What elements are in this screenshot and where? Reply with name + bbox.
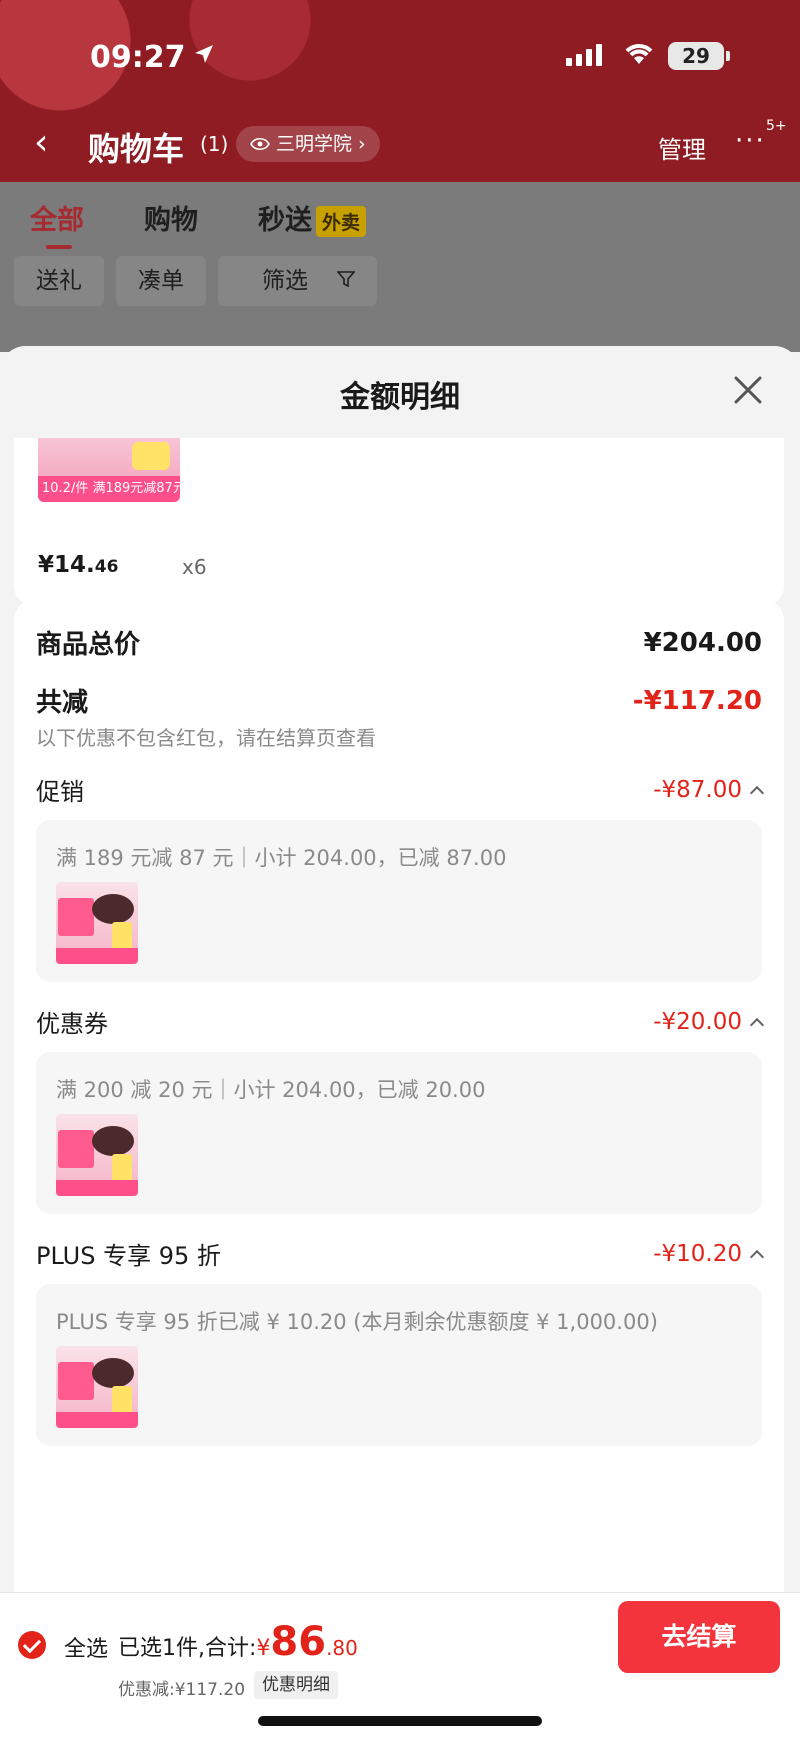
- coupon-detail-box: 满 200 减 20 元｜小计 204.00，已减 20.00: [36, 1052, 762, 1214]
- sheet-header: 金额明细: [0, 346, 800, 438]
- checkout-button[interactable]: 去结算: [618, 1601, 780, 1673]
- product-mini-thumbnail: [56, 1346, 138, 1428]
- discount-note: 以下优惠不包含红包，请在结算页查看: [36, 726, 376, 750]
- battery-indicator: 29: [668, 42, 730, 70]
- tab-express[interactable]: 秒送 外卖: [258, 198, 367, 237]
- filter-button[interactable]: 筛选: [218, 256, 378, 306]
- total-amount: 86: [270, 1619, 327, 1665]
- total-price-value: ¥204.00: [643, 627, 762, 658]
- location-pill[interactable]: 三明学院 ›: [236, 126, 380, 162]
- discount-detail-link[interactable]: 优惠明细: [254, 1671, 338, 1699]
- product-thumbnail-strip: 10.2/件 满189元减87元: [38, 476, 180, 502]
- promotion-row[interactable]: 促销 -¥87.00: [36, 772, 765, 807]
- chevron-up-icon: [749, 1249, 765, 1264]
- total-discount-label: 共减: [36, 688, 89, 718]
- more-badge: 5+: [766, 118, 787, 134]
- location-label: 三明学院: [276, 133, 353, 155]
- takeout-tag: 外卖: [316, 206, 367, 237]
- promotion-detail-box: 满 189 元减 87 元｜小计 204.00，已减 87.00: [36, 820, 762, 982]
- chevron-up-icon: [749, 1017, 765, 1032]
- total-price-label: 商品总价: [36, 630, 141, 660]
- chevron-up-icon: [749, 785, 765, 800]
- filter-gift[interactable]: 送礼: [14, 256, 104, 306]
- cart-count: (1): [200, 132, 229, 156]
- status-bar: 09:27 29: [0, 36, 800, 76]
- coupon-label: 优惠券: [36, 1010, 108, 1038]
- status-time: 09:27: [90, 40, 186, 75]
- filter-row: 送礼 凑单 筛选: [14, 256, 378, 306]
- filter-icon: [336, 271, 357, 288]
- coupon-row[interactable]: 优惠券 -¥20.00: [36, 1004, 765, 1039]
- navbar: ‹ 购物车 (1) 三明学院 › 管理 ··· 5+: [0, 116, 800, 172]
- plus-detail-box: PLUS 专享 95 折已减 ¥ 10.20 (本月剩余优惠额度 ¥ 1,000…: [36, 1284, 762, 1446]
- chevron-right-icon: ›: [358, 133, 366, 155]
- home-indicator: [258, 1716, 542, 1726]
- total-discount-row: 共减 -¥117.20: [36, 682, 762, 719]
- total-discount-value: -¥117.20: [632, 685, 762, 716]
- tab-shopping[interactable]: 购物: [144, 198, 198, 237]
- wifi-icon: [622, 40, 656, 70]
- amount-detail-card: 商品总价 ¥204.00 共减 -¥117.20 以下优惠不包含红包，请在结算页…: [14, 600, 784, 1738]
- discount-summary: 优惠减:¥117.20: [118, 1680, 246, 1700]
- signal-icon: [566, 44, 602, 66]
- amount-detail-sheet: 金额明细 10.2/件 满189元减87元 ¥14.46 x6 商品总价 ¥20…: [0, 346, 800, 1738]
- selected-total: 已选1件,合计: ¥ 86 .80: [118, 1619, 358, 1665]
- plus-detail-text: PLUS 专享 95 折已减 ¥ 10.20 (本月剩余优惠额度 ¥ 1,000…: [56, 1310, 658, 1334]
- select-all-checkbox[interactable]: [18, 1631, 46, 1659]
- plus-discount-value: -¥10.20: [653, 1241, 765, 1267]
- more-icon[interactable]: ···: [735, 126, 766, 156]
- filter-label: 筛选: [240, 256, 330, 306]
- sheet-title: 金额明细: [340, 380, 460, 415]
- eye-icon: [250, 137, 270, 151]
- promotion-label: 促销: [36, 778, 84, 806]
- select-all-label[interactable]: 全选: [64, 1631, 108, 1663]
- cart-tabs: 全部 购物 秒送 外卖: [30, 198, 367, 249]
- product-mini-thumbnail: [56, 1114, 138, 1196]
- product-quantity: x6: [182, 555, 207, 579]
- close-icon[interactable]: [728, 370, 768, 410]
- plus-discount-row[interactable]: PLUS 专享 95 折 -¥10.20: [36, 1236, 765, 1271]
- product-mini-thumbnail: [56, 882, 138, 964]
- location-arrow-icon: [192, 42, 216, 70]
- tab-all[interactable]: 全部: [30, 198, 84, 249]
- plus-discount-label: PLUS 专享 95 折: [36, 1242, 221, 1270]
- page-title: 购物车: [88, 130, 185, 168]
- manage-button[interactable]: 管理: [658, 130, 706, 165]
- back-icon[interactable]: ‹: [34, 122, 48, 163]
- coupon-value: -¥20.00: [653, 1009, 765, 1035]
- promotion-value: -¥87.00: [653, 777, 765, 803]
- tab-express-label: 秒送: [258, 205, 312, 236]
- product-card: 10.2/件 满189元减87元 ¥14.46 x6: [14, 438, 784, 606]
- filter-bundle[interactable]: 凑单: [116, 256, 206, 306]
- promotion-detail-text: 满 189 元减 87 元｜小计 204.00，已减 87.00: [56, 846, 507, 870]
- coupon-detail-text: 满 200 减 20 元｜小计 204.00，已减 20.00: [56, 1078, 486, 1102]
- product-price: ¥14.46: [38, 552, 119, 578]
- product-thumbnail[interactable]: 10.2/件 满189元减87元: [38, 438, 180, 502]
- total-price-row: 商品总价 ¥204.00: [36, 624, 762, 661]
